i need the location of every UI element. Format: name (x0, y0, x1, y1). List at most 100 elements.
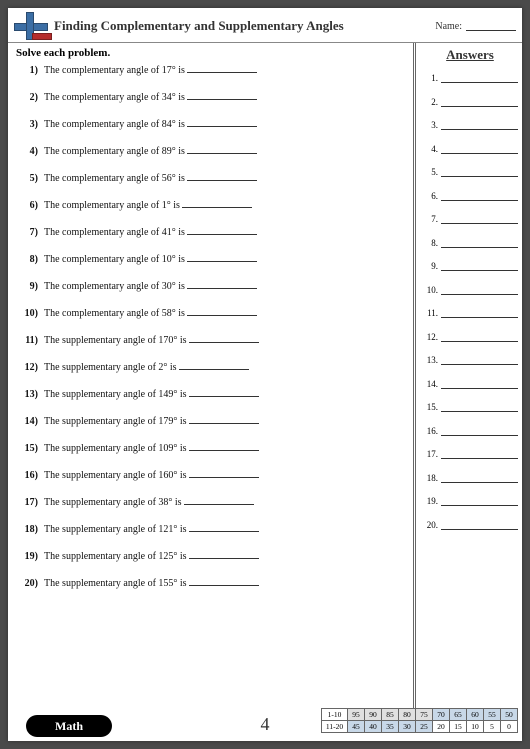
answer-blank[interactable] (441, 498, 518, 506)
answer-number: 8. (422, 238, 438, 248)
problem-answer-blank[interactable] (189, 442, 259, 451)
answer-blank[interactable] (441, 451, 518, 459)
answer-number: 13. (422, 355, 438, 365)
answer-number: 18. (422, 473, 438, 483)
problem-row: 17) The supplementary angle of 38° is (16, 495, 407, 510)
answer-blank[interactable] (441, 522, 518, 530)
problem-number: 5) (16, 171, 38, 186)
problem-text: The supplementary angle of 155° is (44, 576, 187, 591)
answer-row: 7. (422, 214, 518, 224)
problem-text: The supplementary angle of 2° is (44, 360, 177, 375)
problem-number: 11) (16, 333, 38, 348)
problem-text: The complementary angle of 56° is (44, 171, 185, 186)
problem-text: The supplementary angle of 38° is (44, 495, 182, 510)
problem-number: 6) (16, 198, 38, 213)
header: Finding Complementary and Supplementary … (8, 8, 522, 43)
problem-answer-blank[interactable] (189, 469, 259, 478)
answer-row: 20. (422, 520, 518, 530)
problem-row: 3)The complementary angle of 84° is (16, 117, 407, 132)
answer-row: 13. (422, 355, 518, 365)
problem-text: The supplementary angle of 149° is (44, 387, 187, 402)
problem-row: 13)The supplementary angle of 149° is (16, 387, 407, 402)
problem-row: 4)The complementary angle of 89° is (16, 144, 407, 159)
score-cell: 85 (382, 709, 399, 721)
answer-row: 18. (422, 473, 518, 483)
answer-blank[interactable] (441, 193, 518, 201)
problem-answer-blank[interactable] (189, 415, 259, 424)
problem-answer-blank[interactable] (179, 361, 249, 370)
problem-answer-blank[interactable] (189, 523, 259, 532)
problem-row: 16)The supplementary angle of 160° is (16, 468, 407, 483)
problem-answer-blank[interactable] (184, 496, 254, 505)
answer-blank[interactable] (441, 357, 518, 365)
problem-text: The complementary angle of 34° is (44, 90, 185, 105)
problem-answer-blank[interactable] (187, 172, 257, 181)
score-cell: 35 (382, 721, 399, 733)
answer-blank[interactable] (441, 75, 518, 83)
answer-blank[interactable] (441, 475, 518, 483)
score-cell: 25 (416, 721, 433, 733)
answer-number: 10. (422, 285, 438, 295)
answer-blank[interactable] (441, 263, 518, 271)
score-cell: 30 (399, 721, 416, 733)
score-cell: 15 (450, 721, 467, 733)
problem-text: The supplementary angle of 125° is (44, 549, 187, 564)
answer-number: 17. (422, 449, 438, 459)
math-badge: Math (26, 715, 112, 737)
problem-row: 12) The supplementary angle of 2° is (16, 360, 407, 375)
problem-row: 1)The complementary angle of 17° is (16, 63, 407, 78)
answer-blank[interactable] (441, 240, 518, 248)
problem-number: 15) (16, 441, 38, 456)
problem-answer-blank[interactable] (189, 577, 259, 586)
name-blank[interactable] (466, 21, 516, 31)
problem-number: 12) (16, 360, 38, 375)
problem-number: 17) (16, 495, 38, 510)
answer-blank[interactable] (441, 216, 518, 224)
problem-answer-blank[interactable] (187, 253, 257, 262)
answer-number: 7. (422, 214, 438, 224)
answer-row: 10. (422, 285, 518, 295)
score-cell: 5 (484, 721, 501, 733)
answer-row: 8. (422, 238, 518, 248)
score-cell: 45 (348, 721, 365, 733)
answer-number: 16. (422, 426, 438, 436)
problem-answer-blank[interactable] (189, 334, 259, 343)
problem-number: 9) (16, 279, 38, 294)
problem-text: The complementary angle of 58° is (44, 306, 185, 321)
answer-row: 1. (422, 73, 518, 83)
answer-blank[interactable] (441, 146, 518, 154)
problem-answer-blank[interactable] (189, 550, 259, 559)
answer-blank[interactable] (441, 428, 518, 436)
answer-blank[interactable] (441, 287, 518, 295)
score-cell: 55 (484, 709, 501, 721)
plus-minus-logo (14, 12, 48, 40)
problem-answer-blank[interactable] (187, 145, 257, 154)
problem-row: 14) The supplementary angle of 179° is (16, 414, 407, 429)
answer-blank[interactable] (441, 334, 518, 342)
problems-column: Solve each problem. 1)The complementary … (8, 43, 416, 715)
problem-number: 14) (16, 414, 38, 429)
problem-answer-blank[interactable] (187, 307, 257, 316)
problem-answer-blank[interactable] (187, 64, 257, 73)
answer-blank[interactable] (441, 169, 518, 177)
problem-answer-blank[interactable] (187, 91, 257, 100)
answer-number: 4. (422, 144, 438, 154)
problem-answer-blank[interactable] (189, 388, 259, 397)
answer-blank[interactable] (441, 122, 518, 130)
answer-blank[interactable] (441, 404, 518, 412)
problem-answer-blank[interactable] (187, 280, 257, 289)
problem-text: The supplementary angle of 179° is (44, 414, 187, 429)
problem-number: 16) (16, 468, 38, 483)
answer-row: 17. (422, 449, 518, 459)
problem-answer-blank[interactable] (182, 199, 252, 208)
problem-answer-blank[interactable] (187, 226, 257, 235)
answer-blank[interactable] (441, 310, 518, 318)
problem-row: 10)The complementary angle of 58° is (16, 306, 407, 321)
answer-row: 19. (422, 496, 518, 506)
answer-row: 11. (422, 308, 518, 318)
problem-answer-blank[interactable] (187, 118, 257, 127)
answer-blank[interactable] (441, 381, 518, 389)
problem-row: 15)The supplementary angle of 109° is (16, 441, 407, 456)
answer-number: 12. (422, 332, 438, 342)
answer-blank[interactable] (441, 99, 518, 107)
